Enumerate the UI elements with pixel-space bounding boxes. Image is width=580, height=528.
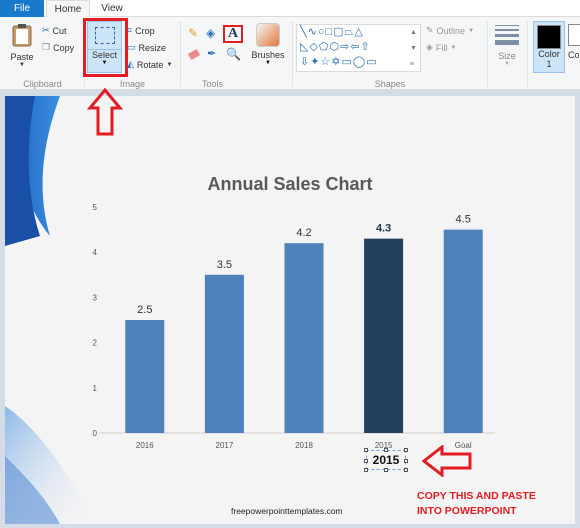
chevron-down-icon: ▼ xyxy=(19,62,25,68)
resize-handle[interactable] xyxy=(404,448,408,452)
resize-icon: ▭ xyxy=(127,42,136,52)
ribbon: Paste ▼ ✂ Cut ❐ Copy Clipboard Select ▼ ⌗ C… xyxy=(0,17,580,90)
up-arrow-annotation-icon xyxy=(87,88,123,136)
divider xyxy=(487,21,488,87)
y-tick-label: 3 xyxy=(93,293,98,302)
size-button[interactable]: Size ▼ xyxy=(493,25,521,67)
color-picker-icon[interactable]: ✒ xyxy=(207,47,216,60)
y-tick-label: 2 xyxy=(93,339,98,348)
text-tool-icon[interactable]: A xyxy=(223,25,243,43)
outline-button[interactable]: ✎ Outline ▼ xyxy=(426,25,474,36)
crop-icon: ⌗ xyxy=(127,25,133,35)
color2-button[interactable]: Co xyxy=(568,24,580,60)
bar xyxy=(443,229,483,433)
paste-button[interactable]: Paste ▼ xyxy=(6,23,38,73)
data-label: 4.2 xyxy=(296,227,311,239)
line-size-icon xyxy=(493,25,521,45)
paint-canvas[interactable]: Annual Sales Chart 0 1 2 3 4 5 2.5 2016 3.5 2017 4… xyxy=(5,96,575,524)
chevron-down-icon: ▼ xyxy=(166,61,173,68)
pencil-icon[interactable]: ✎ xyxy=(188,26,198,40)
annotation-text: COPY THIS AND PASTE INTO POWERPOINT xyxy=(417,490,536,517)
tab-home[interactable]: Home xyxy=(46,0,90,18)
shapes-group-label: Shapes xyxy=(374,79,406,89)
fill-icon: ◈ xyxy=(426,42,433,52)
chevron-down-icon: ▼ xyxy=(450,44,457,51)
color1-swatch xyxy=(537,25,561,49)
bar xyxy=(364,238,404,433)
tab-file[interactable]: File xyxy=(0,0,44,17)
shapes-gallery[interactable]: ╲∿○□▢⏢△ ◺◇⬠⬡⇨⇦⇧ ⇩✦☆✡▭◯▭ xyxy=(296,24,421,72)
selected-text-box[interactable]: 2015 xyxy=(364,448,408,472)
tab-view[interactable]: View xyxy=(92,0,132,17)
chevron-down-icon: ▼ xyxy=(468,27,475,34)
fill-button[interactable]: ◈ Fill ▼ xyxy=(426,42,456,53)
brushes-button[interactable]: Brushes ▼ xyxy=(250,23,286,66)
magnifier-icon[interactable]: 🔍 xyxy=(226,47,241,61)
data-label: 4.5 xyxy=(456,214,471,226)
ribbon-tabs: File Home View xyxy=(0,0,580,18)
y-tick-label: 5 xyxy=(93,203,98,212)
crop-button[interactable]: ⌗ Crop xyxy=(127,25,155,36)
color2-swatch xyxy=(568,24,580,46)
bar xyxy=(125,320,165,433)
y-tick-label: 4 xyxy=(93,248,98,257)
chevron-down-icon: ▼ xyxy=(504,61,510,67)
clipboard-icon xyxy=(12,24,32,47)
y-tick-label: 1 xyxy=(93,384,98,393)
resize-handle[interactable] xyxy=(364,448,368,452)
rotate-icon: ◭ xyxy=(127,59,134,69)
chevron-down-icon: ▼ xyxy=(265,60,271,66)
shapes-row: ◺◇⬠⬡⇨⇦⇧ xyxy=(300,41,371,53)
x-tick-label: 2016 xyxy=(136,441,154,450)
resize-handle[interactable] xyxy=(404,468,408,472)
eraser-icon[interactable] xyxy=(187,48,201,61)
x-tick-label: 2017 xyxy=(216,441,234,450)
data-label: 4.3 xyxy=(376,223,391,235)
data-label: 2.5 xyxy=(137,304,152,316)
brush-icon xyxy=(256,23,280,47)
bar-chart: 0123452.520163.520174.220184.320154.5Goa… xyxy=(93,203,495,450)
select-highlight-box xyxy=(83,18,128,77)
resize-handle[interactable] xyxy=(384,468,388,472)
divider xyxy=(292,21,293,87)
bar xyxy=(284,243,324,433)
outline-icon: ✎ xyxy=(426,25,434,35)
copy-button[interactable]: ❐ Copy xyxy=(42,42,74,53)
y-tick-label: 0 xyxy=(93,429,98,438)
data-label: 3.5 xyxy=(217,259,232,271)
fill-bucket-icon[interactable]: ◈ xyxy=(206,26,215,40)
resize-button[interactable]: ▭ Resize xyxy=(127,42,166,53)
cut-button[interactable]: ✂ Cut xyxy=(42,25,67,36)
resize-handle[interactable] xyxy=(404,459,408,463)
footer-url: freepowerpointtemplates.com xyxy=(231,506,343,516)
resize-handle[interactable] xyxy=(364,468,368,472)
resize-handle[interactable] xyxy=(384,448,388,452)
shapes-row: ╲∿○□▢⏢△ xyxy=(300,26,364,38)
divider xyxy=(180,21,181,87)
rotate-button[interactable]: ◭ Rotate ▼ xyxy=(127,59,172,70)
left-arrow-annotation-icon xyxy=(422,445,472,477)
tools-group-label: Tools xyxy=(201,79,223,89)
scissors-icon: ✂ xyxy=(42,25,50,35)
color1-button[interactable]: Color 1 xyxy=(533,21,565,73)
copy-icon: ❐ xyxy=(42,42,51,52)
clipboard-group-label: Clipboard xyxy=(23,79,62,89)
canvas-area: Annual Sales Chart 0 1 2 3 4 5 2.5 2016 3.5 2017 4… xyxy=(0,91,580,528)
divider xyxy=(527,21,528,87)
gallery-scroll[interactable]: ▲ ▼ ≡ xyxy=(410,25,417,73)
shapes-row: ⇩✦☆✡▭◯▭ xyxy=(300,56,378,68)
bar xyxy=(204,274,244,433)
x-tick-label: 2018 xyxy=(295,441,313,450)
resize-handle[interactable] xyxy=(364,459,368,463)
